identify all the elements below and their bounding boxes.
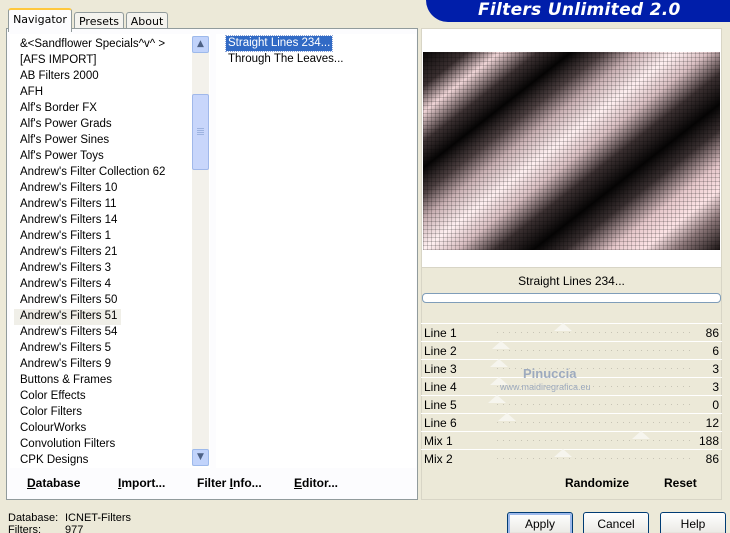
slider-row[interactable]: Line 2 6 — [421, 341, 722, 359]
reset-button[interactable]: Reset — [664, 476, 697, 490]
tab-navigator-label: Navigator — [13, 13, 67, 26]
slider-track[interactable] — [488, 395, 692, 405]
slider-thumb[interactable] — [497, 413, 516, 421]
list-item[interactable]: Andrew's Filters 3 — [14, 261, 115, 277]
slider-thumb[interactable] — [488, 395, 506, 403]
tab-presets-label: Presets — [78, 15, 120, 28]
slider-label: Line 5 — [424, 398, 457, 412]
slider-track[interactable] — [497, 449, 692, 459]
category-scrollbar[interactable]: ▲ ▼ — [192, 36, 209, 466]
list-item[interactable]: Andrew's Filters 10 — [14, 181, 121, 197]
slider-row[interactable]: Mix 2 86 — [421, 449, 722, 467]
filters-count-value: 977 — [65, 524, 84, 533]
list-item[interactable]: Andrew's Filters 5 — [14, 341, 115, 357]
import-button[interactable]: Import... — [118, 476, 165, 490]
slider-label: Line 3 — [424, 362, 457, 376]
list-item[interactable]: Andrew's Filters 14 — [14, 213, 121, 229]
list-item[interactable]: Andrew's Filters 51 — [14, 309, 122, 325]
list-item[interactable]: Andrew's Filters 9 — [14, 357, 115, 373]
progress-bar — [422, 293, 721, 303]
scroll-thumb[interactable] — [192, 94, 209, 170]
slider-value: 12 — [705, 416, 719, 430]
slider-label: Line 6 — [424, 416, 457, 430]
slider-row[interactable]: Line 1 86 — [421, 323, 722, 341]
filter-item[interactable]: Through The Leaves... — [226, 52, 346, 67]
slider-label: Mix 2 — [424, 452, 453, 466]
slider-thumb[interactable] — [554, 449, 573, 457]
list-item[interactable]: [AFS IMPORT] — [14, 53, 100, 69]
slider-track[interactable] — [497, 323, 692, 333]
filter-info-button[interactable]: Filter Info... — [197, 476, 262, 490]
app-title: Filters Unlimited 2.0 — [478, 0, 681, 20]
slider-value: 6 — [712, 344, 719, 358]
cancel-button[interactable]: Cancel — [583, 512, 649, 533]
list-item[interactable]: &<Sandflower Specials^v^ > — [14, 37, 169, 53]
list-item[interactable]: Andrew's Filters 1 — [14, 229, 115, 245]
watermark-name: Pinuccia — [523, 366, 577, 381]
scroll-down-button[interactable]: ▼ — [192, 449, 209, 466]
watermark-url: www.maidiregrafica.eu — [500, 382, 591, 392]
slider-thumb[interactable] — [489, 359, 508, 367]
slider-thumb[interactable] — [491, 341, 510, 349]
list-item[interactable]: Color Filters — [14, 405, 86, 421]
slider-label: Line 4 — [424, 380, 457, 394]
list-item[interactable]: Convolution Filters — [14, 437, 119, 453]
filters-count-label: Filters: — [8, 524, 41, 533]
slider-row[interactable]: Line 6 12 — [421, 413, 722, 431]
grip-icon — [197, 128, 204, 136]
database-label: Database: — [8, 512, 59, 524]
list-item[interactable]: Color Effects — [14, 389, 90, 405]
list-item[interactable]: Alf's Power Toys — [14, 149, 108, 165]
slider-thumb[interactable] — [554, 323, 573, 331]
apply-button[interactable]: Apply — [507, 512, 573, 533]
slider-value: 188 — [698, 434, 719, 448]
list-item[interactable]: Alf's Power Grads — [14, 117, 116, 133]
list-item[interactable]: Andrew's Filters 4 — [14, 277, 115, 293]
slider-row[interactable]: Mix 1 188 — [421, 431, 722, 449]
slider-value: 0 — [712, 398, 719, 412]
list-item[interactable]: Alf's Border FX — [14, 101, 101, 117]
tab-about-label: About — [130, 15, 164, 28]
slider-row[interactable]: Line 5 0 — [421, 395, 722, 413]
list-item[interactable]: AFH — [14, 85, 47, 101]
list-item[interactable]: ColourWorks — [14, 421, 90, 437]
slider-track[interactable] — [497, 413, 692, 423]
randomize-button[interactable]: Randomize — [565, 476, 629, 490]
list-item[interactable]: Andrew's Filter Collection 62 — [14, 165, 169, 181]
slider-label: Mix 1 — [424, 434, 453, 448]
chevron-down-icon: ▼ — [197, 452, 204, 462]
list-item[interactable]: CPK Designs — [14, 453, 92, 468]
database-button[interactable]: Database — [27, 476, 80, 490]
slider-label: Line 2 — [424, 344, 457, 358]
slider-value: 86 — [705, 452, 719, 466]
tab-navigator[interactable]: Navigator — [8, 8, 72, 32]
app-title-banner: Filters Unlimited 2.0 — [426, 0, 730, 22]
filter-preview-image — [423, 52, 720, 250]
list-item[interactable]: Andrew's Filters 50 — [14, 293, 121, 309]
help-button[interactable]: Help — [660, 512, 726, 533]
scroll-up-button[interactable]: ▲ — [192, 36, 209, 53]
filter-list[interactable]: Straight Lines 234... Through The Leaves… — [216, 34, 416, 468]
slider-track[interactable] — [491, 341, 692, 351]
preview-caption: Straight Lines 234... — [518, 274, 625, 288]
list-item[interactable]: AB Filters 2000 — [14, 69, 103, 85]
chevron-up-icon: ▲ — [197, 39, 204, 49]
list-item[interactable]: Buttons & Frames — [14, 373, 116, 389]
slider-track[interactable] — [497, 431, 692, 441]
list-item[interactable]: Alf's Power Sines — [14, 133, 113, 149]
database-value: ICNET-Filters — [65, 512, 131, 524]
list-item[interactable]: Andrew's Filters 54 — [14, 325, 121, 341]
slider-value: 3 — [712, 362, 719, 376]
slider-thumb[interactable] — [632, 431, 651, 439]
filter-item[interactable]: Straight Lines 234... — [224, 35, 334, 52]
category-list[interactable]: &<Sandflower Specials^v^ > [AFS IMPORT] AB… — [10, 34, 210, 468]
slider-value: 3 — [712, 380, 719, 394]
list-item[interactable]: Andrew's Filters 11 — [14, 197, 121, 213]
list-item[interactable]: Andrew's Filters 21 — [14, 245, 121, 261]
editor-button[interactable]: Editor... — [294, 476, 338, 490]
slider-label: Line 1 — [424, 326, 457, 340]
slider-value: 86 — [705, 326, 719, 340]
